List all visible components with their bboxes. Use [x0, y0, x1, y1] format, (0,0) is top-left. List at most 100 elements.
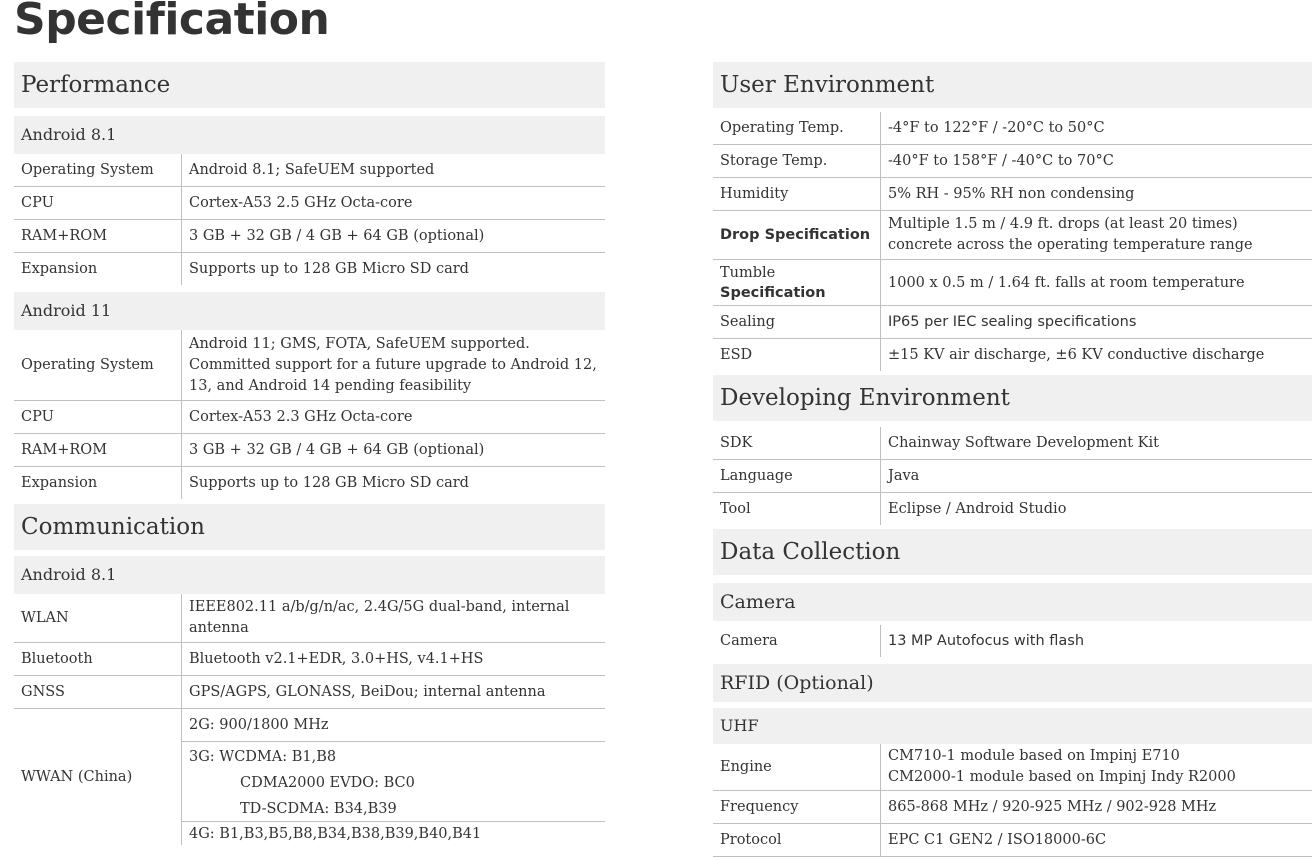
row-label: SDK: [720, 435, 753, 451]
row-value: Multiple 1.5 m / 4.9 ft. drops (at least…: [888, 216, 1253, 253]
section-header-performance: Performance: [14, 62, 605, 108]
subsection-header-uhf: UHF: [713, 708, 1312, 744]
table-row: Bluetooth Bluetooth v2.1+EDR, 3.0+HS, v4…: [14, 643, 605, 676]
row-value: EPC C1 GEN2 / ISO18000-6C: [880, 824, 1312, 856]
subsection-header-rfid: RFID (Optional): [713, 664, 1312, 702]
table-row: Frequency 865-868 MHz / 920-925 MHz / 90…: [713, 791, 1312, 824]
table-developing-environment: SDK Chainway Software Development Kit La…: [713, 427, 1312, 525]
table-row: Engine CM710-1 module based on Impinj E7…: [713, 744, 1312, 791]
row-value: ±15 KV air discharge, ±6 KV conductive d…: [880, 339, 1312, 371]
row-value-cell: Android 11; GMS, FOTA, SafeUEM supported…: [181, 330, 605, 400]
subsection-header-communication-android-8-1: Android 8.1: [14, 556, 605, 594]
table-row: Sealing IP65 per IEC sealing specificati…: [713, 306, 1312, 339]
row-value: Eclipse / Android Studio: [880, 493, 1312, 525]
row-value: 1000 x 0.5 m / 1.64 ft. falls at room te…: [880, 260, 1312, 305]
table-row: Camera 13 MP Autofocus with flash: [713, 625, 1312, 657]
row-label: WWAN (China): [21, 769, 133, 785]
row-label: Tool: [720, 501, 751, 517]
table-row: Expansion Supports up to 128 GB Micro SD…: [14, 253, 605, 285]
row-value: IEEE802.11 a/b/g/n/ac, 2.4G/5G dual-band…: [189, 599, 570, 636]
row-label: Operating System: [21, 162, 154, 178]
row-label-stack: Tumble Specification: [720, 263, 826, 303]
row-label: Camera: [720, 633, 778, 649]
row-value: 5% RH - 95% RH non condensing: [880, 178, 1312, 210]
table-row: RAM+ROM 3 GB + 32 GB / 4 GB + 64 GB (opt…: [14, 434, 605, 467]
table-performance-android-8-1: Operating System Android 8.1; SafeUEM su…: [14, 154, 605, 285]
table-row: WLAN IEEE802.11 a/b/g/n/ac, 2.4G/5G dual…: [14, 594, 605, 643]
row-value: CM710-1 module based on Impinj E710 CM20…: [888, 748, 1236, 785]
table-row: Operating System Android 8.1; SafeUEM su…: [14, 154, 605, 187]
row-label: RAM+ROM: [21, 442, 108, 458]
table-row: CPU Cortex-A53 2.3 GHz Octa-core: [14, 401, 605, 434]
row-label: Bluetooth: [21, 651, 93, 667]
row-value: Android 11; GMS, FOTA, SafeUEM supported…: [189, 335, 597, 394]
row-label: Engine: [720, 759, 772, 775]
table-row-wwan: WWAN (China) 2G: 900/1800 MHz 3G: WCDMA:…: [14, 709, 605, 845]
row-label-cell: Tumble Specification: [713, 260, 880, 305]
row-value: 3 GB + 32 GB / 4 GB + 64 GB (optional): [181, 220, 605, 252]
wwan-2g: 2G: 900/1800 MHz: [182, 709, 605, 742]
row-value-cell: CM710-1 module based on Impinj E710 CM20…: [880, 744, 1312, 790]
row-value: 3 GB + 32 GB / 4 GB + 64 GB (optional): [181, 434, 605, 466]
row-label: CPU: [21, 409, 54, 425]
section-header-communication: Communication: [14, 504, 605, 550]
table-user-environment: Operating Temp. -4°F to 122°F / -20°C to…: [713, 112, 1312, 371]
row-value: Bluetooth v2.1+EDR, 3.0+HS, v4.1+HS: [181, 643, 605, 675]
table-row: GNSS GPS/AGPS, GLONASS, BeiDou; internal…: [14, 676, 605, 709]
table-row: Tumble Specification 1000 x 0.5 m / 1.64…: [713, 260, 1312, 306]
row-label: Storage Temp.: [720, 153, 828, 169]
row-value: Supports up to 128 GB Micro SD card: [181, 253, 605, 285]
row-label-line-2: Specification: [720, 284, 826, 301]
row-value: 865-868 MHz / 920-925 MHz / 902-928 MHz: [880, 791, 1312, 823]
row-value: -4°F to 122°F / -20°C to 50°C: [880, 112, 1312, 144]
table-row: Humidity 5% RH - 95% RH non condensing: [713, 178, 1312, 211]
table-row: RAM+ROM 3 GB + 32 GB / 4 GB + 64 GB (opt…: [14, 220, 605, 253]
row-label-line-1: Tumble: [720, 264, 776, 281]
table-row: Drop Specification Multiple 1.5 m / 4.9 …: [713, 211, 1312, 260]
subsection-header-camera: Camera: [713, 583, 1312, 621]
table-row: SDK Chainway Software Development Kit: [713, 427, 1312, 460]
section-header-data-collection: Data Collection: [713, 529, 1312, 575]
row-label: Operating Temp.: [720, 120, 844, 136]
row-value: Cortex-A53 2.5 GHz Octa-core: [181, 187, 605, 219]
table-uhf: Engine CM710-1 module based on Impinj E7…: [713, 744, 1312, 857]
section-header-user-environment: User Environment: [713, 62, 1312, 108]
row-label: CPU: [21, 195, 54, 211]
table-row: Operating Temp. -4°F to 122°F / -20°C to…: [713, 112, 1312, 145]
row-label: Expansion: [21, 261, 98, 277]
table-row: Protocol EPC C1 GEN2 / ISO18000-6C: [713, 824, 1312, 857]
row-label: Drop Specification: [720, 227, 871, 243]
row-label-line-2-wrap: Specification: [720, 283, 826, 303]
left-column: Performance Android 8.1 Operating System…: [14, 62, 605, 845]
row-value: Android 8.1; SafeUEM supported: [181, 154, 605, 186]
row-value: Supports up to 128 GB Micro SD card: [181, 467, 605, 499]
table-row: Tool Eclipse / Android Studio: [713, 493, 1312, 525]
row-label: Sealing: [720, 314, 776, 330]
table-row: Language Java: [713, 460, 1312, 493]
row-label: Humidity: [720, 186, 789, 202]
table-performance-android-11: Operating System Android 11; GMS, FOTA, …: [14, 330, 605, 499]
row-label: Protocol: [720, 832, 782, 848]
wwan-3g: 3G: WCDMA: B1,B8: [189, 749, 337, 765]
row-value-cell: Multiple 1.5 m / 4.9 ft. drops (at least…: [880, 211, 1312, 259]
row-value: GPS/AGPS, GLONASS, BeiDou; internal ante…: [181, 676, 605, 708]
table-communication-android-8-1: WLAN IEEE802.11 a/b/g/n/ac, 2.4G/5G dual…: [14, 594, 605, 845]
table-row: Operating System Android 11; GMS, FOTA, …: [14, 330, 605, 401]
table-row: CPU Cortex-A53 2.5 GHz Octa-core: [14, 187, 605, 220]
row-value: Java: [880, 460, 1312, 492]
subsection-header-android-8-1: Android 8.1: [14, 116, 605, 154]
row-label: WLAN: [21, 610, 69, 626]
row-label: Language: [720, 468, 793, 484]
right-column: User Environment Operating Temp. -4°F to…: [713, 62, 1312, 857]
row-value: IP65 per IEC sealing specifications: [880, 306, 1312, 338]
row-label: Frequency: [720, 799, 799, 815]
row-label: Operating System: [21, 357, 154, 373]
row-value: Chainway Software Development Kit: [880, 427, 1312, 459]
section-header-developing-environment: Developing Environment: [713, 375, 1312, 421]
wwan-4g: 4G: B1,B3,B5,B8,B34,B38,B39,B40,B41: [189, 826, 482, 842]
row-label: ESD: [720, 347, 753, 363]
table-row: Expansion Supports up to 128 GB Micro SD…: [14, 467, 605, 499]
table-row: Storage Temp. -40°F to 158°F / -40°C to …: [713, 145, 1312, 178]
page-title: Specification: [14, 0, 330, 45]
wwan-td-scdma: TD-SCDMA: B34,B39: [182, 796, 605, 822]
